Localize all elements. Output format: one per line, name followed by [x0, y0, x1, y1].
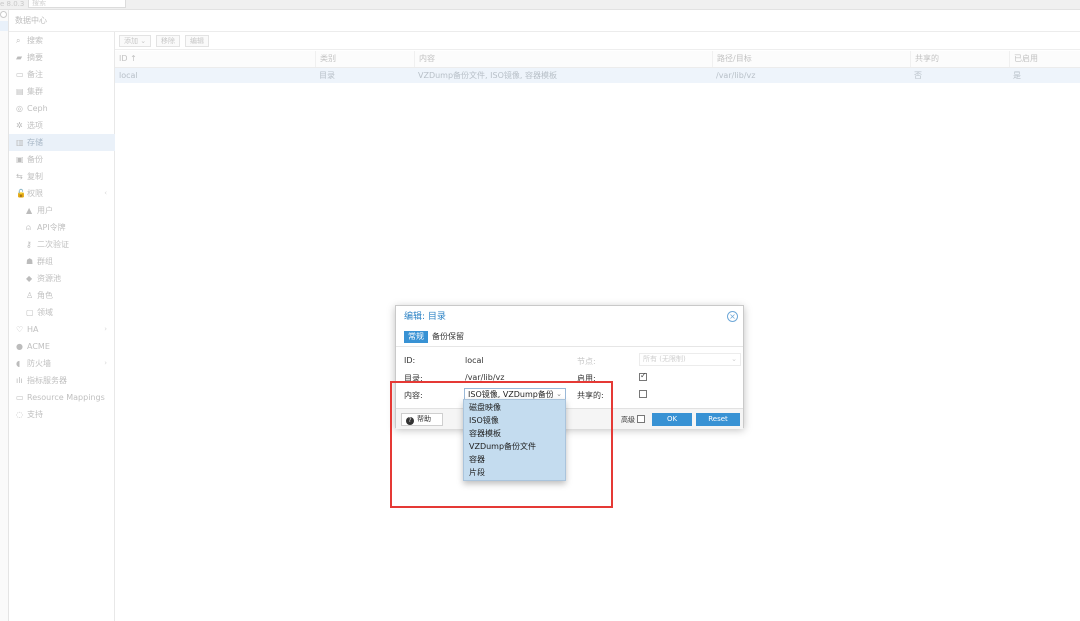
- remove-button[interactable]: 移除: [156, 35, 180, 47]
- sidebar-item-pools[interactable]: ◆ 资源池: [9, 270, 115, 287]
- storage-toolbar: 添加 ⌄ 移除 编辑: [115, 32, 1080, 50]
- sidebar-item-ha[interactable]: ♡ HA ›: [9, 321, 115, 338]
- server-icon: ▤: [16, 87, 24, 96]
- ceph-icon: ◎: [16, 104, 23, 113]
- column-header-enabled[interactable]: 已启用: [1009, 51, 1038, 67]
- advanced-checkbox[interactable]: [637, 415, 645, 423]
- sidebar-item-storage[interactable]: ▥ 存储: [9, 134, 115, 151]
- add-button[interactable]: 添加 ⌄: [119, 35, 152, 47]
- cell-content: VZDump备份文件, ISO镜像, 容器模板: [418, 71, 557, 80]
- sidebar-item-two-factor[interactable]: ⚷ 二次验证: [9, 236, 115, 253]
- close-icon[interactable]: ×: [727, 311, 738, 322]
- sidebar-item-groups[interactable]: ☗ 群组: [9, 253, 115, 270]
- ok-button[interactable]: OK: [652, 413, 692, 426]
- sidebar-item-notes[interactable]: ▭ 备注: [9, 66, 115, 83]
- chevron-icon[interactable]: ›: [104, 355, 107, 372]
- annotation-highlight-box: [390, 381, 613, 508]
- floppy-icon: ▣: [16, 155, 24, 164]
- book-icon: ▰: [16, 53, 23, 62]
- column-header-shared[interactable]: 共享的: [910, 51, 939, 67]
- node-select[interactable]: 所有 (无限制) ⌄: [639, 353, 741, 366]
- shield-icon: ◖: [16, 359, 21, 368]
- resource-tree[interactable]: [0, 10, 9, 621]
- chevron-down-icon: ⌄: [731, 355, 737, 363]
- user-icon: ▲: [26, 206, 33, 215]
- unlock-icon: 🔓: [16, 189, 26, 198]
- male-icon: ♙: [26, 291, 34, 300]
- user-outline-icon: ⍝: [26, 223, 31, 232]
- sidebar-item-backup[interactable]: ▣ 备份: [9, 151, 115, 168]
- chevron-icon[interactable]: ‹: [104, 185, 107, 202]
- node-label: 节点:: [577, 357, 596, 366]
- chevron-icon[interactable]: ›: [104, 321, 107, 338]
- sidebar-item-api-tokens[interactable]: ⍝ API令牌: [9, 219, 115, 236]
- search-icon: ⌕: [16, 36, 21, 45]
- key-icon: ⚷: [26, 240, 32, 249]
- column-header-path[interactable]: 路径/目标: [712, 51, 752, 67]
- sidebar-item-users[interactable]: ▲ 用户: [9, 202, 115, 219]
- tags-icon: ◆: [26, 274, 33, 283]
- sidebar-item-firewall[interactable]: ◖ 防火墙 ›: [9, 355, 115, 372]
- dialog-title: 编辑: 目录: [404, 312, 446, 322]
- bar-chart-icon: ılı: [16, 376, 23, 385]
- database-icon: ▥: [16, 138, 24, 147]
- chevron-down-icon: ⌄: [140, 37, 147, 45]
- heartbeat-icon: ♡: [16, 325, 24, 334]
- reset-button[interactable]: Reset: [696, 413, 740, 426]
- shared-checkbox[interactable]: [639, 390, 647, 398]
- folder-icon: ▭: [16, 393, 24, 402]
- tab-general[interactable]: 常规: [404, 331, 428, 343]
- sidebar-item-replication[interactable]: ⇆ 复制: [9, 168, 115, 185]
- sidebar-item-realms[interactable]: ▢ 领域: [9, 304, 115, 321]
- advanced-toggle[interactable]: 高级: [621, 415, 645, 425]
- global-search-input[interactable]: 搜索: [28, 0, 126, 8]
- sidebar-item-summary[interactable]: ▰ 摘要: [9, 49, 115, 66]
- sidebar-item-cluster[interactable]: ▤ 集群: [9, 83, 115, 100]
- grid-header: ID ↑ 类别 内容 路径/目标 共享的 已启用: [115, 51, 1080, 68]
- certificate-icon: ●: [16, 342, 23, 351]
- comments-icon: ◌: [16, 410, 23, 419]
- version-label: e 8.0.3: [0, 0, 25, 8]
- id-label: ID:: [404, 356, 416, 365]
- sidebar-item-ceph[interactable]: ◎ Ceph: [9, 100, 115, 117]
- enabled-checkbox[interactable]: ✓: [639, 371, 647, 381]
- id-value: local: [465, 356, 484, 365]
- top-bar: e 8.0.3 搜索: [0, 0, 1080, 10]
- sidebar-item-roles[interactable]: ♙ 角色: [9, 287, 115, 304]
- gear-icon: ✲: [16, 121, 23, 130]
- sidebar-item-support[interactable]: ◌ 支持: [9, 406, 115, 423]
- sidebar-item-resource-mappings[interactable]: ▭ Resource Mappings: [9, 389, 115, 406]
- cell-enabled: 是: [1013, 71, 1021, 80]
- note-icon: ▭: [16, 70, 24, 79]
- column-header-type[interactable]: 类别: [315, 51, 336, 67]
- column-header-content[interactable]: 内容: [414, 51, 435, 67]
- sidebar-item-options[interactable]: ✲ 选项: [9, 117, 115, 134]
- edit-button[interactable]: 编辑: [185, 35, 209, 47]
- page-title: 数据中心: [9, 10, 1080, 32]
- cell-shared: 否: [914, 71, 922, 80]
- tree-selection[interactable]: [0, 21, 8, 31]
- address-book-icon: ▢: [26, 308, 34, 317]
- users-icon: ☗: [26, 257, 34, 266]
- cell-id: local: [119, 71, 138, 80]
- table-row[interactable]: local 目录 VZDump备份文件, ISO镜像, 容器模板 /var/li…: [115, 68, 1080, 83]
- sidebar-item-permissions[interactable]: 🔓权限 ‹: [9, 185, 115, 202]
- sidebar-item-acme[interactable]: ● ACME: [9, 338, 115, 355]
- tab-backup-retention[interactable]: 备份保留: [428, 331, 468, 343]
- check-icon: ✓: [640, 371, 647, 380]
- sidebar-nav: ⌕ 搜索 ▰ 摘要 ▭ 备注 ▤ 集群 ◎ Ceph ✲ 选项 ▥ 存储 ▣ 备份 ⇆ 复制 🔓权…: [9, 32, 115, 621]
- cell-type: 目录: [319, 71, 335, 80]
- column-header-id[interactable]: ID ↑: [115, 51, 137, 67]
- cell-path: /var/lib/vz: [716, 71, 756, 80]
- sidebar-item-search[interactable]: ⌕ 搜索: [9, 32, 115, 49]
- sidebar-item-metric-server[interactable]: ılı 指标服务器: [9, 372, 115, 389]
- retweet-icon: ⇆: [16, 172, 23, 181]
- tree-node-icon[interactable]: [0, 11, 7, 18]
